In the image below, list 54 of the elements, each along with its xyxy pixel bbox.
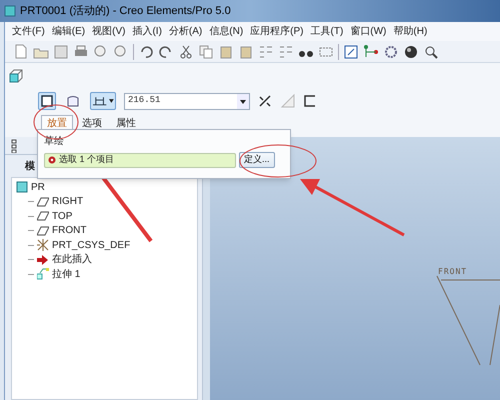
panel-heading: 草绘 — [44, 134, 64, 149]
panel-tab[interactable]: 选项 — [77, 115, 107, 131]
part-icon[interactable] — [16, 181, 28, 194]
depth-type-dropdown[interactable] — [90, 92, 116, 110]
bracket-icon[interactable] — [304, 95, 316, 107]
sphere-icon[interactable] — [403, 44, 419, 60]
collector-text: 选取 1 个项目 — [59, 153, 114, 166]
tree-item[interactable]: RIGHT — [52, 194, 84, 210]
tree-item[interactable]: 在此插入 — [52, 252, 92, 268]
tree-item[interactable]: PRT_CSYS_DEF — [52, 238, 130, 253]
tree-item[interactable]: TOP — [52, 208, 72, 224]
app-icon — [4, 5, 16, 17]
datum-plane-icon[interactable] — [37, 210, 49, 222]
new-file-icon[interactable] — [13, 44, 29, 60]
error-dot-icon — [48, 156, 56, 164]
list-icon[interactable] — [258, 44, 274, 60]
menu-item[interactable]: 文件(F) — [12, 24, 45, 39]
flip-direction-icon[interactable] — [258, 94, 272, 108]
window-title: PRT0001 (活动的) - Creo Elements/Pro 5.0 — [20, 4, 231, 19]
scissors-icon[interactable] — [178, 44, 194, 60]
sketch-view-icon[interactable] — [343, 44, 359, 60]
datum-plane-icon[interactable] — [37, 224, 49, 237]
copy-icon[interactable] — [198, 44, 214, 60]
menu-item[interactable]: 信息(N) — [209, 24, 244, 39]
sketch-collector[interactable]: 选取 1 个项目 — [44, 152, 236, 168]
tree-item[interactable]: FRONT — [52, 223, 86, 238]
dimension-icon[interactable] — [92, 95, 108, 107]
solid-toggle[interactable] — [38, 92, 56, 110]
menu-item[interactable]: 编辑(E) — [52, 24, 86, 39]
menu-item[interactable]: 帮助(H) — [393, 24, 428, 39]
depth-value: 216.51 — [127, 94, 160, 108]
menu-item[interactable]: 应用程序(P) — [250, 24, 304, 39]
menu-item[interactable]: 工具(T) — [310, 24, 344, 39]
caret-icon[interactable] — [109, 99, 114, 103]
menu-item[interactable]: 插入(I) — [132, 24, 162, 39]
part-icon[interactable] — [8, 68, 24, 84]
coordinate-system-icon[interactable] — [37, 239, 49, 252]
model-tree-heading[interactable]: 模 — [25, 158, 35, 174]
menu-item[interactable]: 视图(V) — [92, 24, 126, 39]
menu-item[interactable]: 窗口(W) — [350, 24, 386, 39]
menu-item[interactable]: 分析(A) — [168, 24, 202, 39]
datum-plane-icon[interactable] — [37, 196, 49, 208]
extrude-icon[interactable] — [37, 268, 49, 280]
zoom-icon[interactable] — [423, 44, 439, 60]
tree-item[interactable]: PR — [31, 180, 45, 195]
solid-icon — [41, 95, 53, 107]
insert-arrow-icon[interactable] — [37, 254, 49, 266]
depth-value-field[interactable]: 216.51 — [124, 92, 250, 110]
tree-item[interactable]: 拉伸 1 — [52, 266, 80, 282]
node-link-icon[interactable] — [363, 44, 379, 60]
define-button[interactable]: 定义... — [239, 152, 275, 168]
surface-icon — [67, 95, 79, 107]
datum-label: FRONT — [438, 266, 468, 278]
panel-tab[interactable]: 属性 — [111, 115, 141, 131]
